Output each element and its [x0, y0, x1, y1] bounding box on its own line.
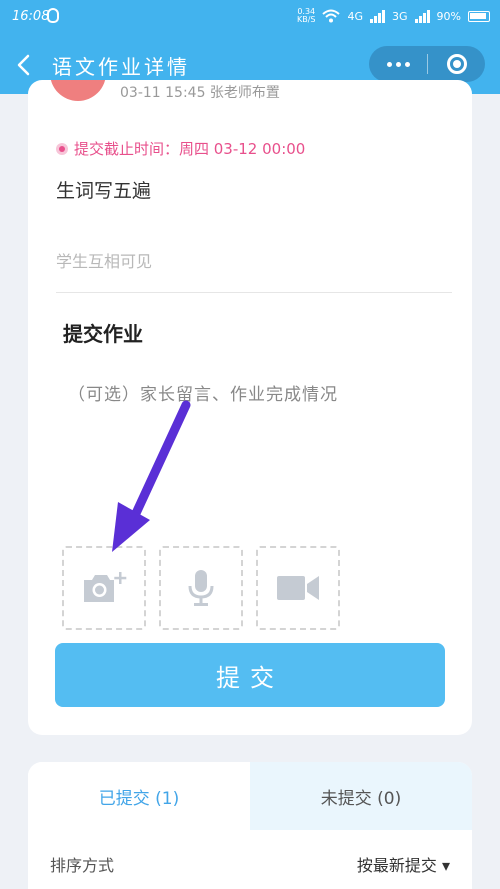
deadline-dot-icon	[56, 142, 68, 155]
assigned-info: 03-11 15:45 张老师布置	[120, 85, 280, 101]
more-dots-icon[interactable]	[369, 61, 427, 67]
teacher-avatar	[50, 80, 106, 101]
add-photo-button[interactable]	[62, 546, 146, 630]
battery-icon	[468, 10, 490, 22]
deadline: 提交截止时间：周四 03-12 00:00	[56, 138, 305, 159]
status-indicators: 0.34 KB/S 4G 3G 90%	[297, 8, 490, 24]
battery-percent: 90%	[436, 9, 461, 23]
submission-tabs: 已提交 (1) 未提交 (0) 排序方式 按最新提交 ▾	[28, 762, 472, 889]
wifi-icon	[322, 9, 341, 23]
mini-program-capsule	[369, 46, 485, 82]
video-camera-icon	[277, 576, 319, 600]
status-time: 16:08	[12, 9, 50, 24]
task-description: 生词写五遍	[56, 180, 152, 202]
homework-card: 03-11 15:45 张老师布置 提交截止时间：周四 03-12 00:00 …	[28, 80, 472, 735]
add-video-button[interactable]	[256, 546, 340, 630]
visibility-note: 学生互相可见	[56, 252, 153, 271]
microphone-icon	[188, 570, 214, 606]
submit-section-title: 提交作业	[63, 322, 143, 346]
tab-unsubmitted[interactable]: 未提交 (0)	[250, 762, 472, 830]
network-type-2: 3G	[392, 9, 408, 23]
camera-plus-icon	[84, 572, 127, 602]
status-bar: 16:08 0.34 KB/S 4G 3G 90%	[0, 0, 500, 36]
network-type-1: 4G	[347, 9, 364, 23]
parent-note-input[interactable]: （可选）家长留言、作业完成情况	[68, 380, 338, 405]
close-target-icon[interactable]	[428, 54, 485, 74]
back-arrow-icon[interactable]	[14, 53, 36, 77]
sort-dropdown[interactable]: 按最新提交 ▾	[357, 852, 450, 876]
signal-icon	[370, 9, 386, 23]
tab-submitted[interactable]: 已提交 (1)	[28, 762, 250, 830]
qq-icon	[47, 8, 59, 23]
signal-icon-2	[414, 9, 430, 23]
deadline-text: 提交截止时间：周四 03-12 00:00	[74, 140, 306, 158]
submit-button[interactable]: 提交	[55, 643, 445, 707]
page-title: 语文作业详情	[52, 55, 190, 79]
network-speed: 0.34 KB/S	[296, 7, 316, 24]
divider	[56, 292, 452, 293]
add-audio-button[interactable]	[159, 546, 243, 630]
sort-label: 排序方式	[50, 856, 115, 875]
